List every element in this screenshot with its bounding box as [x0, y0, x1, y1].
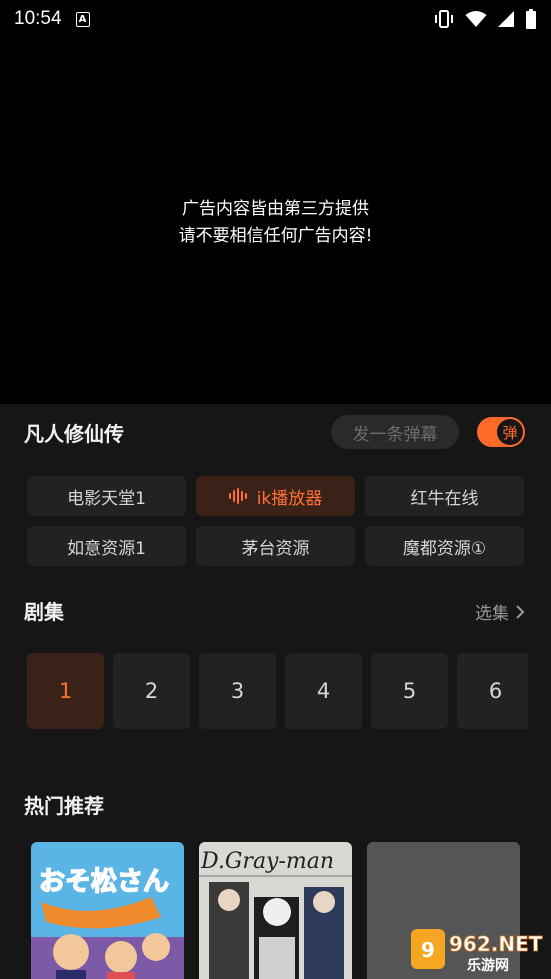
source-label: 茅台资源 — [241, 538, 310, 559]
source-button[interactable]: 如意资源1 — [27, 526, 186, 566]
danmu-toggle-label: 弹 — [497, 419, 523, 445]
select-episodes-link[interactable]: 选集 — [475, 599, 525, 624]
source-label: 如意资源1 — [67, 538, 146, 559]
vibrate-icon — [435, 10, 453, 28]
source-label: 魔都资源① — [402, 538, 487, 559]
svg-text:おそ松さん: おそ松さん — [39, 867, 169, 897]
source-button[interactable]: 魔都资源① — [365, 526, 524, 566]
playing-wave-icon — [228, 488, 247, 504]
episode-item[interactable]: 2 — [113, 653, 190, 729]
poster-image: おそ松さん — [31, 842, 184, 979]
episode-item[interactable]: 4 — [285, 653, 362, 729]
svg-text:9: 9 — [421, 938, 435, 962]
episode-list[interactable]: 1 2 3 4 5 6 — [27, 653, 528, 731]
danmu-toggle[interactable]: 弹 — [477, 417, 525, 447]
ad-line-1: 广告内容皆由第三方提供 — [182, 199, 369, 219]
show-title: 凡人修仙传 — [24, 421, 124, 446]
notification-icon: A — [75, 11, 90, 27]
source-button[interactable]: 电影天堂1 — [27, 476, 186, 516]
wifi-icon — [465, 11, 487, 27]
battery-icon — [526, 9, 536, 29]
poster-card[interactable]: D.Gray-man — [199, 842, 352, 979]
watermark-logo: 9 962.NET 乐游网 — [411, 929, 543, 974]
status-time: 10:54 — [14, 8, 62, 29]
source-label: 电影天堂1 — [67, 488, 146, 509]
episode-item[interactable]: 3 — [199, 653, 276, 729]
video-player[interactable]: 广告内容皆由第三方提供 请不要相信任何广告内容! — [0, 38, 551, 404]
episode-item[interactable]: 5 — [371, 653, 448, 729]
source-button-active[interactable]: ik播放器 — [196, 476, 355, 516]
svg-text:962.NET: 962.NET — [449, 932, 543, 956]
signal-icon — [498, 11, 514, 27]
site-watermark: 9 962.NET 乐游网 — [411, 923, 543, 975]
source-label: 红牛在线 — [410, 488, 479, 509]
source-button[interactable]: 红牛在线 — [365, 476, 524, 516]
source-label: ik播放器 — [256, 488, 323, 509]
select-episodes-label: 选集 — [475, 604, 509, 624]
hot-recommend-title: 热门推荐 — [24, 794, 104, 818]
poster-card[interactable]: おそ松さん — [31, 842, 184, 979]
svg-text:D.Gray-man: D.Gray-man — [200, 849, 334, 874]
status-icons — [433, 9, 537, 29]
title-row: 凡人修仙传 发一条弹幕 弹 — [24, 414, 525, 450]
poster-image: D.Gray-man — [199, 842, 352, 979]
details-panel: 凡人修仙传 发一条弹幕 弹 电影天堂1 ik播放器 红牛在线 如意资源1 茅台资… — [0, 404, 551, 979]
source-button[interactable]: 茅台资源 — [196, 526, 355, 566]
source-grid: 电影天堂1 ik播放器 红牛在线 如意资源1 茅台资源 魔都资源① — [27, 476, 524, 566]
episodes-title: 剧集 — [24, 600, 64, 624]
ad-notice: 广告内容皆由第三方提供 请不要相信任何广告内容! — [0, 196, 551, 250]
episode-item[interactable]: 6 — [457, 653, 528, 729]
danmu-input[interactable]: 发一条弹幕 — [331, 415, 459, 449]
ad-line-2: 请不要相信任何广告内容! — [178, 226, 373, 246]
episode-item-active[interactable]: 1 — [27, 653, 104, 729]
svg-text:乐游网: 乐游网 — [467, 957, 509, 974]
chevron-right-icon — [516, 604, 525, 619]
status-bar: 10:54 A — [0, 0, 551, 38]
